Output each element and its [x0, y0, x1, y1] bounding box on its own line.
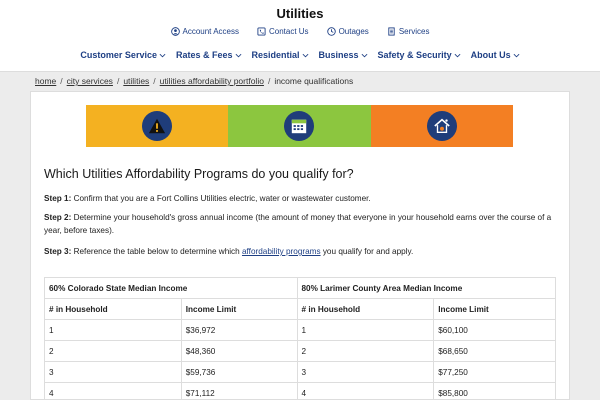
main-nav: Customer Service Rates & Fees Residentia…: [0, 50, 600, 60]
contact-us-link[interactable]: Contact Us: [257, 27, 309, 36]
step-text: Confirm that you are a Fort Collins Util…: [71, 194, 371, 203]
document-icon: [388, 27, 395, 36]
table-column-header: # in Household Income Limit # in Househo…: [44, 298, 556, 320]
breadcrumb-separator: /: [60, 76, 63, 86]
breadcrumb-separator: /: [267, 76, 271, 86]
nav-residential[interactable]: Residential: [252, 50, 309, 60]
chevron-down-icon: [513, 53, 520, 57]
nav-label: Rates & Fees: [175, 50, 233, 60]
nav-safety-security[interactable]: Safety & Security: [378, 50, 461, 60]
contact-us-label: Contact Us: [268, 27, 309, 36]
cell-income-limit: $68,650: [433, 340, 556, 362]
site-title[interactable]: Utilities: [0, 6, 600, 21]
cell-household: 1: [296, 319, 435, 341]
step-label: Step 3:: [44, 247, 72, 256]
income-table: 60% Colorado State Median Income 80% Lar…: [44, 277, 556, 400]
account-access-link[interactable]: Account Access: [170, 27, 239, 36]
calendar-icon: [292, 119, 307, 134]
cell-income-limit: $71,112: [180, 382, 298, 400]
page-heading: Which Utilities Affordability Programs d…: [44, 167, 354, 181]
cell-income-limit: $36,972: [180, 319, 298, 341]
nav-label: About Us: [470, 50, 511, 60]
phone-icon: [257, 27, 266, 36]
nav-label: Business: [318, 50, 359, 60]
table-group-header: 60% Colorado State Median Income 80% Lar…: [44, 277, 556, 299]
nav-label: Residential: [251, 50, 300, 60]
nav-rates-fees[interactable]: Rates & Fees: [176, 50, 242, 60]
nav-label: Customer Service: [80, 50, 157, 60]
cell-household: 4: [296, 382, 435, 400]
cell-household: 4: [44, 382, 182, 400]
cell-income-limit: $85,800: [433, 382, 556, 400]
cell-income-limit: $59,736: [180, 361, 298, 383]
step-text: Reference the table below to determine w…: [71, 247, 242, 256]
step-text: you qualify for and apply.: [320, 247, 414, 256]
outages-label: Outages: [338, 27, 369, 36]
cell-household: 1: [44, 319, 182, 341]
step-3: Step 3: Reference the table below to det…: [44, 246, 559, 259]
nav-customer-service[interactable]: Customer Service: [80, 50, 166, 60]
warning-icon: [149, 118, 166, 134]
breadcrumb-current: income qualifications: [274, 76, 354, 86]
cell-income-limit: $48,360: [180, 340, 298, 362]
nav-business[interactable]: Business: [319, 50, 368, 60]
step-2: Step 2: Determine your household's gross…: [44, 212, 559, 237]
banner-panel-warning: [86, 105, 229, 147]
utility-links: Account Access Contact Us Outages Servic…: [0, 27, 600, 36]
breadcrumb-city-services[interactable]: city services: [67, 76, 113, 86]
cell-income-limit: $60,100: [433, 319, 556, 341]
banner-circle: [426, 111, 457, 141]
breadcrumb-separator: /: [153, 76, 156, 86]
breadcrumb-utilities[interactable]: utilities: [123, 76, 149, 86]
col-household: # in Household: [296, 298, 435, 320]
step-text: Determine your household's gross annual …: [44, 213, 552, 235]
chevron-down-icon: [159, 53, 166, 57]
cell-household: 2: [296, 340, 435, 362]
house-icon: [434, 118, 450, 133]
nav-about-us[interactable]: About Us: [471, 50, 520, 60]
banner-circle: [142, 111, 173, 141]
cell-household: 2: [44, 340, 182, 362]
banner-panel-calendar: [228, 105, 371, 147]
step-label: Step 2:: [44, 213, 72, 222]
chevron-down-icon: [361, 53, 367, 57]
services-label: Services: [398, 27, 430, 36]
outages-link[interactable]: Outages: [326, 27, 369, 36]
col-household: # in Household: [44, 298, 182, 320]
affordability-programs-link[interactable]: affordability programs: [242, 247, 321, 256]
chevron-down-icon: [302, 53, 308, 57]
cell-income-limit: $77,250: [433, 361, 556, 383]
table-row: 4 $71,112 4 $85,800: [44, 382, 556, 400]
step-1: Step 1: Confirm that you are a Fort Coll…: [44, 193, 559, 206]
group-header-state: 60% Colorado State Median Income: [44, 277, 298, 299]
main-content: Which Utilities Affordability Programs d…: [30, 91, 570, 400]
banner-circle: [284, 111, 315, 141]
clock-icon: [326, 27, 336, 36]
breadcrumb-separator: /: [116, 76, 120, 86]
program-banner: [86, 105, 513, 147]
cell-household: 3: [44, 361, 182, 383]
table-row: 2 $48,360 2 $68,650: [44, 340, 556, 362]
cell-household: 3: [296, 361, 435, 383]
col-income-limit: Income Limit: [433, 298, 556, 320]
account-access-label: Account Access: [182, 27, 239, 36]
services-link[interactable]: Services: [387, 27, 430, 36]
col-income-limit: Income Limit: [180, 298, 298, 320]
table-row: 3 $59,736 3 $77,250: [44, 361, 556, 383]
group-header-county: 80% Larimer County Area Median Income: [296, 277, 556, 299]
banner-panel-house: [370, 105, 513, 147]
nav-label: Safety & Security: [377, 50, 452, 60]
chevron-down-icon: [235, 53, 241, 57]
step-label: Step 1:: [44, 194, 72, 203]
breadcrumb: home / city services / utilities / utilitie…: [35, 76, 353, 86]
user-circle-icon: [170, 27, 180, 36]
table-row: 1 $36,972 1 $60,100: [44, 319, 556, 341]
breadcrumb-home[interactable]: home: [35, 76, 56, 86]
breadcrumb-affordability-portfolio[interactable]: utilities affordability portfolio: [160, 76, 264, 86]
chevron-down-icon: [454, 53, 461, 57]
